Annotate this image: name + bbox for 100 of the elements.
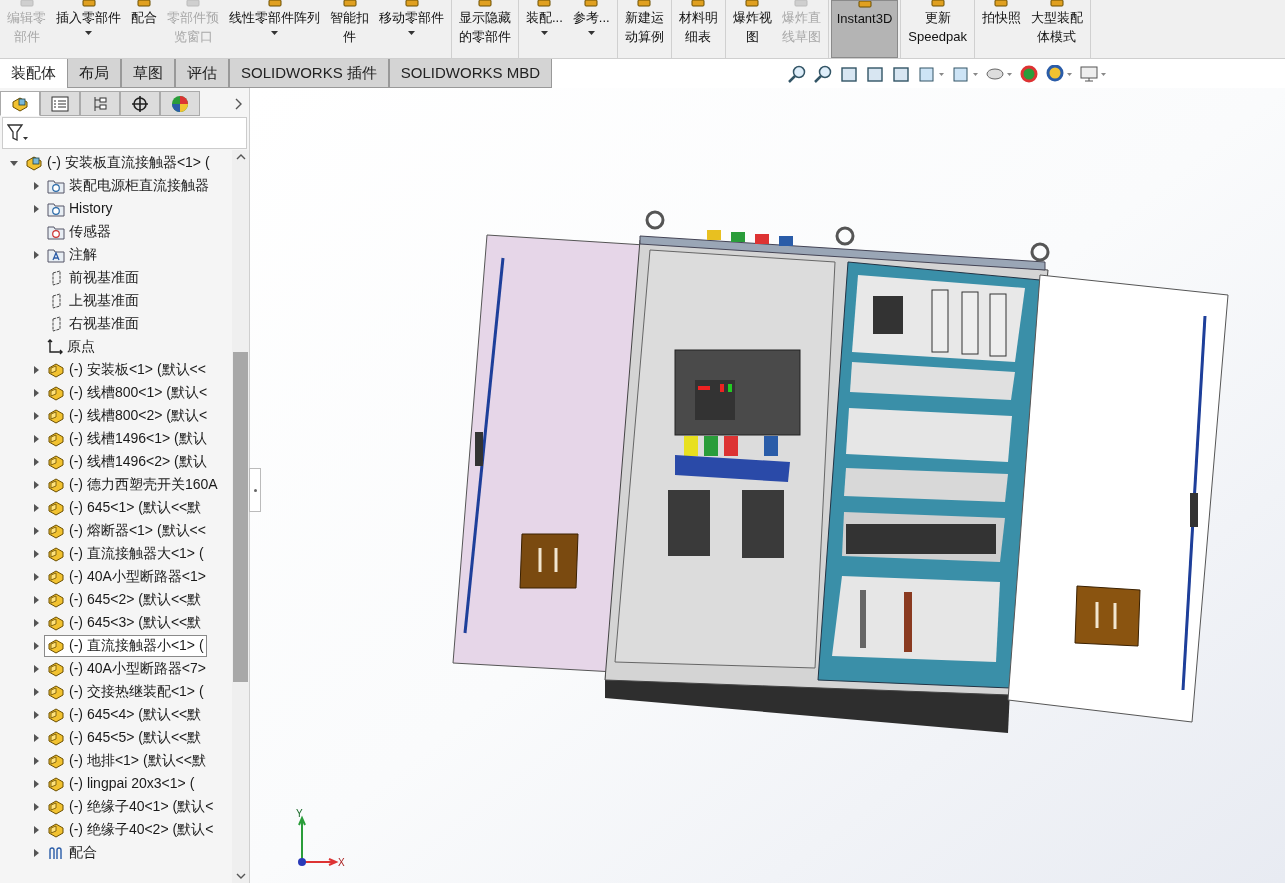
expand-arrow-icon[interactable]	[32, 802, 40, 811]
tree-item[interactable]: (-) 645<5> (默认<<默	[44, 726, 205, 749]
toolbar-button[interactable]: 智能扣 件	[325, 0, 374, 58]
tree-item[interactable]: (-) 645<1> (默认<<默	[44, 496, 205, 519]
expand-arrow-icon[interactable]	[32, 204, 40, 213]
expand-arrow-icon[interactable]	[32, 411, 40, 420]
toolbar-button[interactable]: 移动零部件	[374, 0, 449, 58]
part-icon	[47, 361, 65, 378]
expand-arrow-icon[interactable]	[32, 595, 40, 604]
expand-arrow-icon[interactable]	[32, 365, 40, 374]
command-tab[interactable]: 布局	[67, 59, 121, 88]
tree-item[interactable]: (-) 交接热继装配<1> (	[44, 680, 207, 703]
scroll-down-icon[interactable]	[235, 873, 246, 879]
toolbar-button[interactable]: 大型装配 体模式	[1025, 0, 1088, 58]
expand-arrow-icon[interactable]	[32, 618, 40, 627]
tree-item[interactable]: (-) 645<3> (默认<<默	[44, 611, 205, 634]
tree-item[interactable]: 前视基准面	[44, 266, 142, 289]
zoom-fit-icon[interactable]	[787, 65, 807, 83]
tree-item[interactable]: (-) 线槽1496<2> (默认	[44, 450, 210, 473]
sensor-folder-icon	[47, 223, 65, 240]
tree-item[interactable]: (-) lingpai 20x3<1> (	[44, 772, 198, 795]
tree-item-label: (-) 地排<1> (默认<<默	[69, 751, 206, 770]
collapse-arrow-icon[interactable]	[10, 158, 18, 167]
expand-arrow-icon[interactable]	[32, 848, 40, 857]
expand-arrow-icon[interactable]	[32, 250, 40, 259]
command-tab[interactable]: 评估	[175, 59, 229, 88]
expand-arrow-icon[interactable]	[32, 572, 40, 581]
tree-item[interactable]: 传感器	[44, 220, 114, 243]
monitor-icon[interactable]	[1079, 65, 1107, 83]
toolbar-button[interactable]: 更新 Speedpak	[903, 0, 972, 58]
tree-item[interactable]: 配合	[44, 841, 100, 864]
tree-item[interactable]: (-) 熔断器<1> (默认<<	[44, 519, 209, 542]
scroll-up-icon[interactable]	[235, 154, 246, 160]
tree-item[interactable]: (-) 40A小型断路器<7>	[44, 657, 209, 680]
tree-item[interactable]: (-) 645<4> (默认<<默	[44, 703, 205, 726]
command-tab[interactable]: SOLIDWORKS 插件	[229, 59, 389, 88]
expand-arrow-icon[interactable]	[32, 457, 40, 466]
toolbar-button[interactable]: 拍快照	[976, 0, 1026, 58]
filter-icon[interactable]	[7, 124, 29, 142]
panel-tab[interactable]	[160, 91, 200, 116]
command-tab[interactable]: SOLIDWORKS MBD	[388, 59, 553, 88]
tree-item-label: 配合	[69, 843, 97, 862]
expand-arrow-icon[interactable]	[32, 181, 40, 190]
tree-item[interactable]: (-) 地排<1> (默认<<默	[44, 749, 209, 772]
expand-arrow-icon[interactable]	[32, 779, 40, 788]
toolbar-button[interactable]: 装配...	[521, 0, 568, 58]
expand-arrow-icon[interactable]	[32, 549, 40, 558]
plane-icon	[50, 292, 62, 309]
command-tab[interactable]: 草图	[121, 59, 175, 88]
tree-item[interactable]: (-) 安装板直流接触器<1> (	[22, 151, 213, 174]
tree-item[interactable]: 右视基准面	[44, 312, 142, 335]
tree-item[interactable]: (-) 德力西塑壳开关160A	[44, 473, 221, 496]
toolbar-button[interactable]: 材料明 细表	[673, 0, 723, 58]
tool-icon	[135, 0, 153, 8]
expand-arrow-icon[interactable]	[32, 664, 40, 673]
toolbar-button[interactable]: 爆炸视 图	[727, 0, 777, 58]
tree-item[interactable]: (-) 40A小型断路器<1>	[44, 565, 209, 588]
panel-resize-handle[interactable]	[249, 468, 261, 512]
part-icon	[47, 729, 65, 746]
expand-arrow-icon[interactable]	[32, 503, 40, 512]
tree-item[interactable]: (-) 线槽1496<1> (默认	[44, 427, 210, 450]
scrollbar[interactable]	[232, 150, 249, 883]
toolbar-button[interactable]: 参考...	[567, 0, 615, 58]
tree-item[interactable]: (-) 直流接触器小<1> (	[44, 634, 207, 657]
zoom-area-icon[interactable]	[813, 65, 833, 83]
toolbar-button[interactable]: 插入零部件	[51, 0, 126, 58]
tree-item[interactable]: 装配电源柜直流接触器	[44, 174, 212, 197]
chevron-right-icon[interactable]	[235, 97, 243, 110]
tree-item[interactable]: (-) 线槽800<2> (默认<	[44, 404, 211, 427]
tree-item[interactable]: (-) 线槽800<1> (默认<	[44, 381, 211, 404]
toolbar-button[interactable]: 线性零部件阵列	[224, 0, 325, 58]
tree-item[interactable]: 原点	[44, 335, 98, 358]
tree-item[interactable]: (-) 645<2> (默认<<默	[44, 588, 205, 611]
tree-item[interactable]: (-) 安装板<1> (默认<<	[44, 358, 209, 381]
expand-arrow-icon[interactable]	[32, 480, 40, 489]
expand-arrow-icon[interactable]	[32, 526, 40, 535]
tree-item[interactable]: (-) 直流接触器大<1> (	[44, 542, 207, 565]
tree-item[interactable]: 注解	[44, 243, 100, 266]
expand-arrow-icon[interactable]	[32, 641, 40, 650]
expand-arrow-icon[interactable]	[32, 733, 40, 742]
tree-item-label: 上视基准面	[69, 291, 139, 310]
toolbar-button[interactable]: 新建运 动算例	[619, 0, 669, 58]
tree-item-label: 原点	[67, 337, 95, 356]
expand-arrow-icon[interactable]	[32, 825, 40, 834]
tree-item[interactable]: (-) 绝缘子40<1> (默认<	[44, 795, 217, 818]
expand-arrow-icon[interactable]	[32, 710, 40, 719]
expand-arrow-icon[interactable]	[32, 756, 40, 765]
crosshair-icon	[131, 94, 149, 113]
expand-arrow-icon[interactable]	[32, 687, 40, 696]
panel-tab[interactable]	[120, 91, 160, 116]
tree-item[interactable]: 上视基准面	[44, 289, 142, 312]
tree-item[interactable]: History	[44, 197, 116, 220]
tool-icon	[476, 0, 494, 8]
toolbar-button[interactable]: 配合	[126, 0, 162, 58]
toolbar-button[interactable]: 显示隐藏 的零部件	[454, 0, 516, 58]
expand-arrow-icon[interactable]	[32, 388, 40, 397]
tree-item-label: (-) 40A小型断路器<7>	[69, 659, 206, 678]
tree-item[interactable]: (-) 绝缘子40<2> (默认<	[44, 818, 217, 841]
expand-arrow-icon[interactable]	[32, 434, 40, 443]
toolbar-button[interactable]: Instant3D	[830, 0, 899, 58]
